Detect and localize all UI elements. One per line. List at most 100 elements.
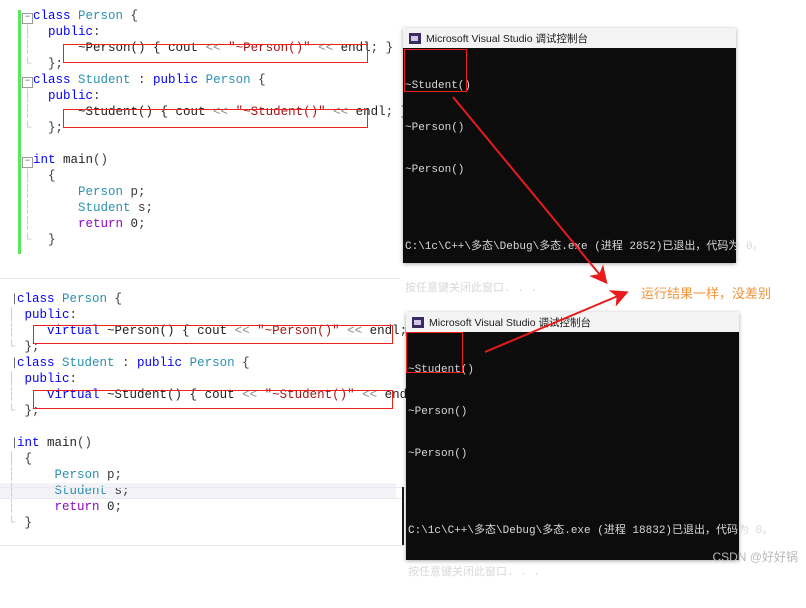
scope-end-icon: └	[7, 340, 16, 354]
code-line[interactable]: ┆ return 0;	[22, 216, 408, 232]
code-line[interactable]: │ public:	[6, 371, 437, 387]
code-line[interactable]: ┆ virtual ~Student() { cout << "~Student…	[6, 387, 437, 403]
code-token: "~Student()"	[264, 388, 355, 402]
code-token: ;	[138, 217, 146, 231]
code-token: "~Person()"	[228, 41, 311, 55]
code-line[interactable]: └ };	[6, 403, 437, 419]
code-token: endl	[340, 41, 371, 55]
code-token: cout	[197, 324, 228, 338]
code-line[interactable]: − class Student : public Person {	[22, 72, 408, 88]
editor-right-edge	[402, 487, 404, 545]
code-line[interactable]: ┆ Person p;	[22, 184, 408, 200]
scope-dotted-line-icon: ┆	[23, 217, 32, 231]
code-line[interactable]: └ };	[22, 120, 408, 136]
scope-end-icon: └	[7, 516, 16, 530]
code-token: ~Person() {	[99, 324, 198, 338]
collapse-toggle-icon[interactable]: −	[22, 72, 33, 88]
code-line[interactable]: │ public:	[22, 24, 408, 40]
console-title-bar-bottom[interactable]: Microsoft Visual Studio 调试控制台	[406, 312, 739, 332]
code-line[interactable]: ▕ class Student : public Person {	[6, 355, 437, 371]
code-line[interactable]: └ };	[6, 339, 437, 355]
code-line[interactable]: └ };	[22, 56, 408, 72]
scope-line-icon: │	[23, 169, 32, 183]
code-token: main	[47, 436, 78, 450]
code-line[interactable]: ▕ int main()	[6, 435, 437, 451]
code-token: return	[54, 500, 100, 514]
collapse-toggle-icon[interactable]: −	[22, 8, 33, 24]
console-output-line: ~Student()	[405, 80, 472, 92]
code-line[interactable]: ┆ return 0;	[6, 499, 437, 515]
code-line[interactable]: │ {	[22, 168, 408, 184]
code-token: public	[137, 356, 190, 370]
collapse-toggle-icon[interactable]: ▕	[6, 291, 17, 307]
code-token: ; }	[370, 41, 394, 55]
code-line[interactable]: └ }	[6, 515, 437, 531]
console-exit-line: C:\1c\C++\多态\Debug\多态.exe (进程 18832)已退出，…	[408, 525, 774, 537]
console-window-top[interactable]: Microsoft Visual Studio 调试控制台 ~Student()…	[403, 28, 764, 336]
code-token: virtual	[47, 324, 100, 338]
code-line[interactable]: │ public:	[22, 88, 408, 104]
code-lines: ▕ class Person {│ public: ┆ virtual ~Perso…	[0, 291, 437, 531]
minus-icon: −	[22, 157, 33, 168]
code-token: ()	[77, 436, 93, 450]
code-token: }	[33, 233, 56, 247]
code-token: ;	[114, 500, 123, 514]
minus-icon: −	[22, 13, 33, 24]
scope-line-icon: │	[7, 452, 16, 466]
pane-divider-1	[0, 278, 400, 279]
code-line[interactable]: ┆ ~Person() { cout << "~Person()" << end…	[22, 40, 408, 56]
code-token: {	[17, 452, 33, 466]
code-token: Student	[78, 201, 131, 215]
code-token: return	[78, 217, 124, 231]
code-token: <<	[198, 41, 229, 55]
code-token: {	[123, 9, 139, 23]
console-output-line: ~Person()	[405, 164, 465, 176]
code-line[interactable]: └ }	[22, 232, 408, 248]
code-line[interactable]: − int main()	[22, 152, 408, 168]
code-token: int	[17, 436, 48, 450]
code-line[interactable]: │ {	[6, 451, 437, 467]
pane-divider-4	[0, 545, 404, 546]
collapse-toggle-icon[interactable]: ▕	[6, 435, 17, 451]
collapse-toggle-icon[interactable]: −	[22, 152, 33, 168]
code-token: class	[17, 356, 63, 370]
code-token: <<	[354, 388, 385, 402]
scope-end-icon: └	[23, 233, 32, 247]
code-editor-bottom[interactable]: ▕ class Person {│ public: ┆ virtual ~Perso…	[0, 291, 437, 539]
code-line[interactable]: ┆ Student s;	[0, 483, 396, 499]
scope-dotted-line-icon: ┆	[7, 468, 16, 482]
code-line[interactable]	[22, 136, 408, 152]
annotation-label: 运行结果一样，没差别	[641, 286, 772, 301]
code-token: ~Student() {	[33, 105, 176, 119]
code-token: cout	[204, 388, 235, 402]
scope-dotted-line-icon: ┆	[7, 388, 16, 402]
code-line[interactable]: │ public:	[6, 307, 437, 323]
code-token: {	[33, 169, 56, 183]
code-line[interactable]: ┆ ~Student() { cout << "~Student()" << e…	[22, 104, 408, 120]
code-line[interactable]: ┆ Person p;	[6, 467, 437, 483]
code-line[interactable]: ▕ class Person {	[6, 291, 437, 307]
code-token: s;	[130, 201, 154, 215]
scope-end-icon: └	[23, 57, 32, 71]
code-token: Student	[78, 73, 131, 87]
code-token: ~Student() {	[99, 388, 205, 402]
console-title-bar-top[interactable]: Microsoft Visual Studio 调试控制台	[403, 28, 736, 48]
console-window-bottom[interactable]: Microsoft Visual Studio 调试控制台 ~Student()…	[406, 312, 774, 579]
code-line[interactable]: − class Person {	[22, 8, 408, 24]
code-token: "~Person()"	[257, 324, 340, 338]
visual-studio-icon	[412, 316, 424, 328]
collapse-toggle-icon[interactable]: ▕	[6, 355, 17, 371]
code-line[interactable]: ┆ virtual ~Person() { cout << "~Person()…	[6, 323, 437, 339]
code-editor-top[interactable]: − class Person {│ public: ┆ ~Person() { co…	[0, 8, 408, 256]
console-prompt-line: 按任意键关闭此窗口. . .	[408, 567, 541, 579]
scope-dotted-line-icon: ┆	[23, 41, 32, 55]
scope-line-icon: │	[23, 89, 32, 103]
code-line[interactable]: ┆ Student s;	[22, 200, 408, 216]
code-line[interactable]	[6, 419, 437, 435]
